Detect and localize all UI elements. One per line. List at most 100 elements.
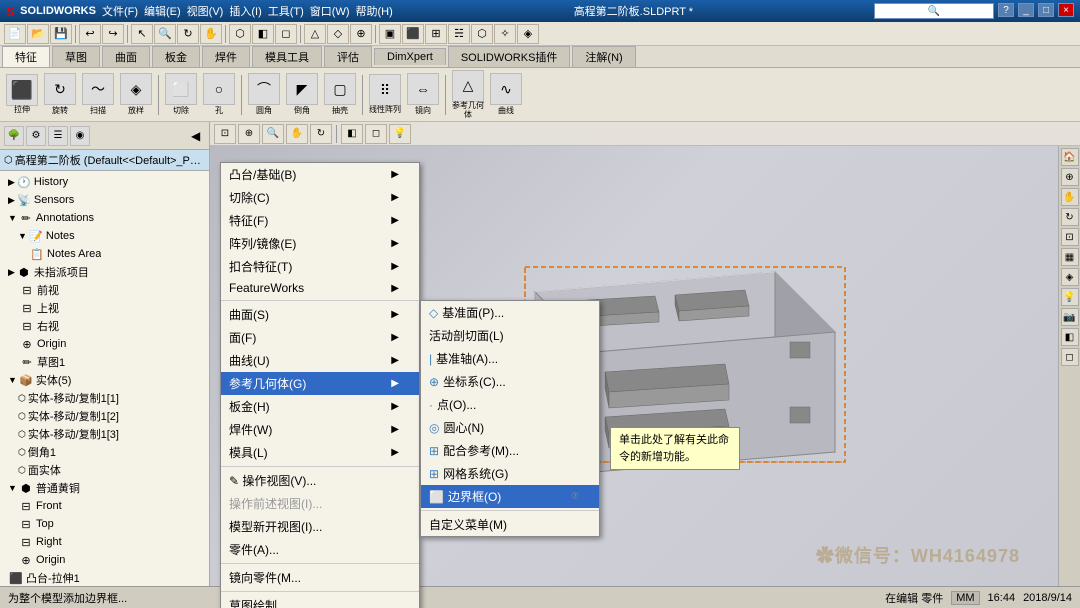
- cm-mirror-part[interactable]: 镜向零件(M...: [221, 566, 419, 589]
- vp-zoom-area[interactable]: 🔍: [262, 124, 284, 144]
- rs-zoom[interactable]: ⊕: [1061, 168, 1079, 186]
- tb-extra-5[interactable]: ⬡: [471, 24, 493, 44]
- zoom-button[interactable]: 🔍: [154, 24, 176, 44]
- cm-pattern[interactable]: 阵列/镜像(E)▶: [221, 232, 419, 255]
- cm-mold[interactable]: 模具(L)▶: [221, 441, 419, 464]
- tab-mold[interactable]: 模具工具: [252, 46, 322, 67]
- tab-annotation[interactable]: 注解(N): [572, 46, 635, 67]
- cm-refgeo[interactable]: 参考几何体(G)▶: [221, 372, 419, 395]
- cm-active-section[interactable]: 活动剖切面(L): [421, 324, 599, 347]
- sweep-btn[interactable]: 〜 扫描: [80, 73, 116, 116]
- vp-pan[interactable]: ✋: [286, 124, 308, 144]
- tree-item-top2[interactable]: ⊟ Top: [2, 515, 207, 533]
- tree-collapse-btn[interactable]: ◀: [191, 129, 205, 143]
- tab-surface[interactable]: 曲面: [102, 46, 150, 67]
- cm-feature[interactable]: 特征(F)▶: [221, 209, 419, 232]
- tree-item-solidmove3[interactable]: ⬡ 实体-移动/复制1[3]: [2, 425, 207, 443]
- rs-pan[interactable]: ✋: [1061, 188, 1079, 206]
- tree-item-origin[interactable]: ⊕ Origin: [2, 335, 207, 353]
- new-button[interactable]: 📄: [4, 24, 26, 44]
- tab-weldment[interactable]: 焊件: [202, 46, 250, 67]
- tb-extra-1[interactable]: ▣: [379, 24, 401, 44]
- search-box[interactable]: 🔍: [874, 3, 994, 19]
- cm-bbox[interactable]: ⬜ 边界框(O) ⑦: [421, 485, 599, 508]
- menu-edit[interactable]: 编辑(E): [144, 3, 181, 19]
- tab-sheetmetal[interactable]: 板金: [152, 46, 200, 67]
- menu-insert[interactable]: 插入(I): [229, 3, 261, 19]
- tree-item-material[interactable]: ▶ ⬢ 未指派项目: [2, 263, 207, 281]
- pan-button[interactable]: ✋: [200, 24, 222, 44]
- cm-boss-base[interactable]: 凸台/基础(B)▶: [221, 163, 419, 186]
- view-section[interactable]: ◧: [252, 24, 274, 44]
- menu-help[interactable]: 帮助(H): [356, 3, 393, 19]
- open-button[interactable]: 📂: [27, 24, 49, 44]
- cm-face[interactable]: 面(F)▶: [221, 326, 419, 349]
- vp-rotate[interactable]: ↻: [310, 124, 332, 144]
- vp-zoom-in[interactable]: ⊕: [238, 124, 260, 144]
- axis-button[interactable]: ⊕: [350, 24, 372, 44]
- shell-btn[interactable]: ▢ 抽壳: [322, 73, 358, 116]
- hole-btn[interactable]: ○ 孔: [201, 73, 237, 116]
- menu-tools[interactable]: 工具(T): [268, 3, 304, 19]
- tab-evaluate[interactable]: 评估: [324, 46, 372, 67]
- rs-lights[interactable]: 💡: [1061, 288, 1079, 306]
- menu-window[interactable]: 窗口(W): [310, 3, 350, 19]
- cm-point[interactable]: · 点(O)...: [421, 393, 599, 416]
- save-button[interactable]: 💾: [50, 24, 72, 44]
- rs-section[interactable]: ◧: [1061, 328, 1079, 346]
- undo-button[interactable]: ↩: [79, 24, 101, 44]
- tab-feature[interactable]: 特征: [2, 46, 50, 67]
- vp-section[interactable]: ◧: [341, 124, 363, 144]
- tab-sketch[interactable]: 草图: [52, 46, 100, 67]
- menu-view[interactable]: 视图(V): [187, 3, 224, 19]
- tb-extra-7[interactable]: ◈: [517, 24, 539, 44]
- plane-button[interactable]: ◇: [327, 24, 349, 44]
- tree-item-boss1[interactable]: ⬛ 凸台-拉伸1: [2, 569, 207, 586]
- curves-btn[interactable]: ∿ 曲线: [488, 73, 524, 116]
- revolve-btn[interactable]: ↻ 旋转: [42, 73, 78, 116]
- cm-viewop3[interactable]: 模型新开视图(I)...: [221, 515, 419, 538]
- tb-extra-2[interactable]: ⬛: [402, 24, 424, 44]
- rs-normal[interactable]: ⊡: [1061, 228, 1079, 246]
- cm-sheetmetal[interactable]: 板金(H)▶: [221, 395, 419, 418]
- tree-item-front2[interactable]: ⊟ Front: [2, 497, 207, 515]
- minimize-button[interactable]: _: [1018, 3, 1034, 17]
- cm-mate-ref[interactable]: ⊞ 配合参考(M)...: [421, 439, 599, 462]
- config-manager-icon[interactable]: ☰: [48, 126, 68, 146]
- tree-item-notes[interactable]: ▼ 📝 Notes: [2, 227, 207, 245]
- rotate-button[interactable]: ↻: [177, 24, 199, 44]
- view-display[interactable]: ◻: [275, 24, 297, 44]
- tree-item-right2[interactable]: ⊟ Right: [2, 533, 207, 551]
- cm-center[interactable]: ◎ 圆心(N): [421, 416, 599, 439]
- cm-curve[interactable]: 曲线(U)▶: [221, 349, 419, 372]
- cm-fastening[interactable]: 扣合特征(T)▶: [221, 255, 419, 278]
- tab-addins[interactable]: SOLIDWORKS插件: [448, 46, 571, 67]
- tree-item-annotations[interactable]: ▼ ✏ Annotations: [2, 209, 207, 227]
- tree-item-sensors[interactable]: ▶ 📡 Sensors: [2, 191, 207, 209]
- close-button[interactable]: ×: [1058, 3, 1074, 17]
- select-button[interactable]: ↖: [131, 24, 153, 44]
- vp-zoom-fit[interactable]: ⊡: [214, 124, 236, 144]
- cut-extrude-btn[interactable]: ⬜ 切除: [163, 73, 199, 116]
- property-manager-icon[interactable]: ⚙: [26, 126, 46, 146]
- mirror-btn[interactable]: ⇔ 镜向: [405, 73, 441, 116]
- rs-home[interactable]: 🏠: [1061, 148, 1079, 166]
- rs-front[interactable]: ▦: [1061, 248, 1079, 266]
- tree-item-history[interactable]: ▶ 🕐 History: [2, 173, 207, 191]
- cm-weldment[interactable]: 焊件(W)▶: [221, 418, 419, 441]
- help-icon[interactable]: ?: [998, 3, 1014, 17]
- rs-camera[interactable]: 📷: [1061, 308, 1079, 326]
- chamfer-btn[interactable]: ◤ 倒角: [284, 73, 320, 116]
- fillet-btn[interactable]: ⌒ 圆角: [246, 73, 282, 116]
- reference-button[interactable]: △: [304, 24, 326, 44]
- tree-item-surface[interactable]: ⬡ 面实体: [2, 461, 207, 479]
- feature-manager-icon[interactable]: 🌳: [4, 126, 24, 146]
- feature-tree[interactable]: ▶ 🕐 History ▶ 📡 Sensors ▼ ✏ Annotations: [0, 171, 209, 586]
- tree-item-front[interactable]: ⊟ 前视: [2, 281, 207, 299]
- vp-lights[interactable]: 💡: [389, 124, 411, 144]
- tb-extra-3[interactable]: ⊞: [425, 24, 447, 44]
- tree-item-origin2[interactable]: ⊕ Origin: [2, 551, 207, 569]
- cm-viewop[interactable]: ✎ 操作视图(V)...: [221, 469, 419, 492]
- cm-featureworks[interactable]: FeatureWorks▶: [221, 278, 419, 298]
- loft-btn[interactable]: ◈ 放样: [118, 73, 154, 116]
